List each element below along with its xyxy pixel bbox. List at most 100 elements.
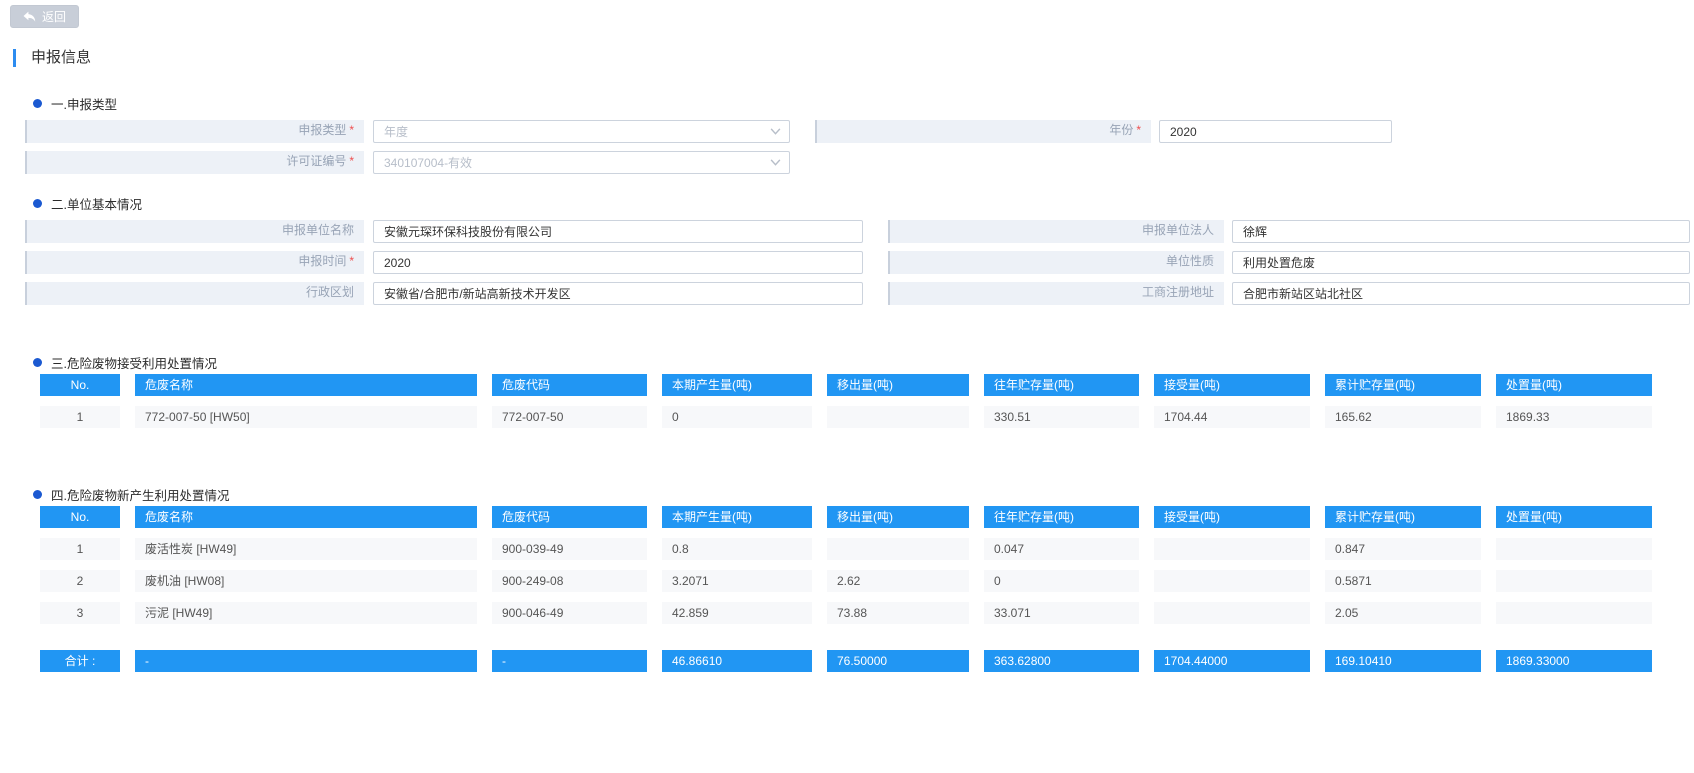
header-cell: 危废名称 [135, 506, 477, 528]
header-cell: 本期产生量(吨) [662, 374, 812, 396]
required-asterisk [346, 254, 354, 268]
total-cell: - [492, 650, 647, 672]
header-cell: 危废名称 [135, 374, 477, 396]
cell: 0.5871 [1325, 570, 1481, 592]
unit-basic-form: 申报单位名称 申报单位法人 申报时间 单位性质 行政区划 工商注册地址 [0, 220, 1694, 305]
cell: 2 [40, 570, 120, 592]
header-cell: 危废代码 [492, 506, 647, 528]
cell: 772-007-50 [HW50] [135, 406, 477, 428]
cell: 1 [40, 538, 120, 560]
cell: 165.62 [1325, 406, 1481, 428]
header-cell: No. [40, 374, 120, 396]
form-row: 许可证编号 340107004-有效 [0, 151, 1694, 174]
declare-type-value: 年度 [384, 123, 770, 140]
section-title-text: 一.申报类型 [51, 94, 117, 113]
header-cell: 累计贮存量(吨) [1325, 374, 1481, 396]
cell [1154, 602, 1310, 624]
form-row: 申报类型 年度 年份 [0, 120, 1694, 143]
cell: 0 [984, 570, 1139, 592]
cell [1496, 538, 1652, 560]
declare-type-label: 申报类型 [25, 120, 364, 143]
cell: 0 [662, 406, 812, 428]
header-cell: 本期产生量(吨) [662, 506, 812, 528]
registered-address-input[interactable] [1232, 282, 1690, 305]
total-cell: 363.62800 [984, 650, 1139, 672]
header-cell: 累计贮存量(吨) [1325, 506, 1481, 528]
license-no-select[interactable]: 340107004-有效 [373, 151, 790, 174]
bullet-icon [33, 99, 42, 108]
header-cell: 往年贮存量(吨) [984, 374, 1139, 396]
cell: 0.847 [1325, 538, 1481, 560]
form-row: 申报单位名称 申报单位法人 [0, 220, 1694, 243]
cell [827, 538, 969, 560]
cell: 3 [40, 602, 120, 624]
chevron-down-icon [770, 159, 781, 166]
required-asterisk [346, 123, 354, 137]
bullet-icon [33, 199, 42, 208]
cell [1154, 538, 1310, 560]
cell [1496, 570, 1652, 592]
header-cell: 往年贮存量(吨) [984, 506, 1139, 528]
section-title-text: 三.危险废物接受利用处置情况 [51, 353, 217, 372]
total-cell: 1869.33000 [1496, 650, 1652, 672]
section-unit-basic: 二.单位基本情况 [33, 195, 1694, 211]
bullet-icon [33, 358, 42, 367]
registered-address-label: 工商注册地址 [888, 282, 1224, 305]
cell: 900-046-49 [492, 602, 647, 624]
declare-time-input[interactable] [373, 251, 863, 274]
bullet-icon [33, 490, 42, 499]
cell: 900-249-08 [492, 570, 647, 592]
section-received-waste: 三.危险废物接受利用处置情况 [33, 354, 1694, 370]
cell: 污泥 [HW49] [135, 602, 477, 624]
header-cell: 处置量(吨) [1496, 506, 1652, 528]
total-cell: - [135, 650, 477, 672]
cell: 900-039-49 [492, 538, 647, 560]
cell: 1704.44 [1154, 406, 1310, 428]
cell: 0.047 [984, 538, 1139, 560]
section-title-text: 四.危险废物新产生利用处置情况 [51, 485, 229, 504]
header-cell: 接受量(吨) [1154, 374, 1310, 396]
cell: 330.51 [984, 406, 1139, 428]
cell: 1869.33 [1496, 406, 1652, 428]
total-cell: 合计 : [40, 650, 120, 672]
cell: 废活性炭 [HW49] [135, 538, 477, 560]
table-row: 1772-007-50 [HW50]772-007-500330.511704.… [40, 406, 1694, 428]
cell: 2.62 [827, 570, 969, 592]
form-row: 行政区划 工商注册地址 [0, 282, 1694, 305]
unit-nature-input[interactable] [1232, 251, 1690, 274]
year-input[interactable] [1159, 120, 1392, 143]
year-label: 年份 [815, 120, 1151, 143]
back-button-label: 返回 [42, 8, 66, 25]
chevron-down-icon [770, 128, 781, 135]
section-new-waste: 四.危险废物新产生利用处置情况 [33, 486, 1694, 502]
legal-person-input[interactable] [1232, 220, 1690, 243]
legal-person-label: 申报单位法人 [888, 220, 1224, 243]
total-cell: 76.50000 [827, 650, 969, 672]
declare-time-label: 申报时间 [25, 251, 364, 274]
cell [1496, 602, 1652, 624]
header-cell: 移出量(吨) [827, 374, 969, 396]
cell: 73.88 [827, 602, 969, 624]
table-total-row: 合计 :--46.8661076.50000363.628001704.4400… [40, 650, 1694, 672]
declare-type-select[interactable]: 年度 [373, 120, 790, 143]
table-row: 1 废活性炭 [HW49] 900-039-49 0.8 0.047 0.847 [40, 538, 1694, 560]
cell: 772-007-50 [492, 406, 647, 428]
total-cell: 169.10410 [1325, 650, 1481, 672]
admin-region-input[interactable] [373, 282, 863, 305]
back-button[interactable]: 返回 [10, 5, 79, 28]
total-cell: 1704.44000 [1154, 650, 1310, 672]
section-declare-type: 一.申报类型 [33, 95, 1694, 111]
unit-name-label: 申报单位名称 [25, 220, 364, 243]
cell: 2.05 [1325, 602, 1481, 624]
total-cell: 46.86610 [662, 650, 812, 672]
table-header-row: No.危废名称危废代码本期产生量(吨)移出量(吨)往年贮存量(吨)接受量(吨)累… [40, 506, 1694, 528]
header-cell: 处置量(吨) [1496, 374, 1652, 396]
table-row: 2废机油 [HW08]900-249-083.20712.6200.5871 [40, 570, 1694, 592]
required-asterisk [346, 154, 354, 168]
unit-nature-label: 单位性质 [888, 251, 1224, 274]
unit-name-input[interactable] [373, 220, 863, 243]
section-title-text: 二.单位基本情况 [51, 194, 142, 213]
cell: 0.8 [662, 538, 812, 560]
header-cell: No. [40, 506, 120, 528]
cell [1154, 570, 1310, 592]
